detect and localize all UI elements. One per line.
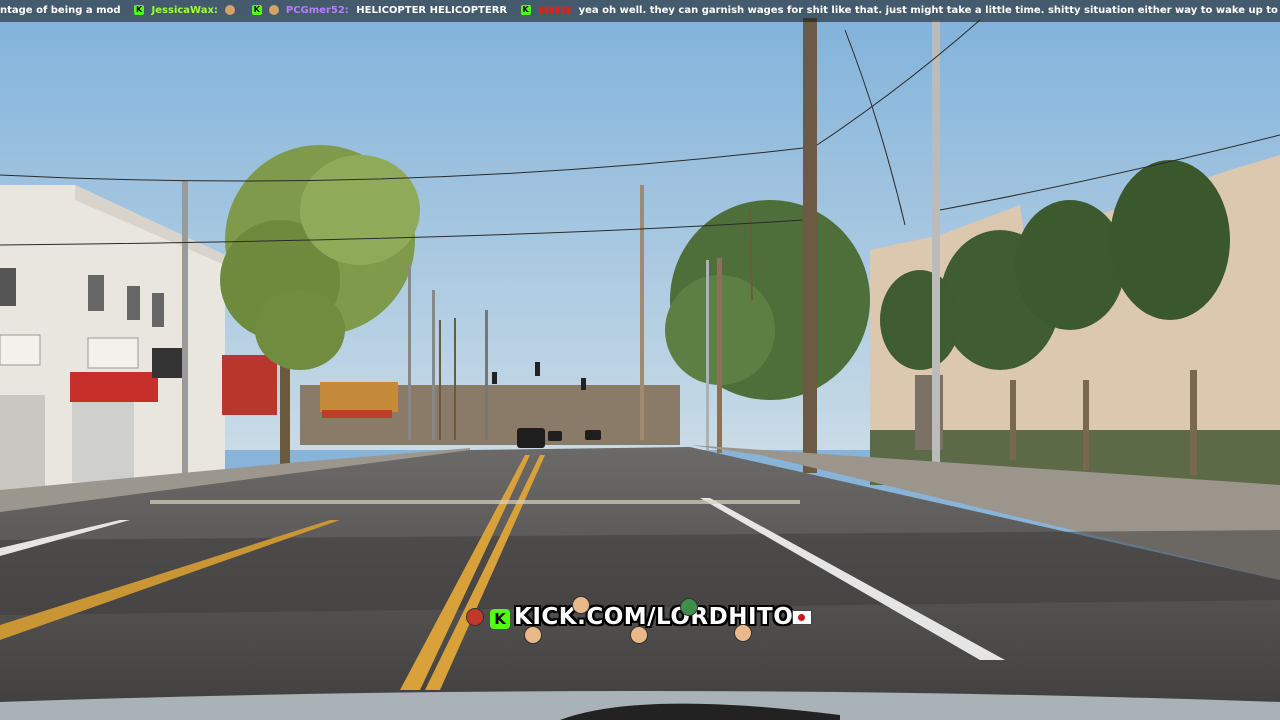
watermark-text: KICK.COM/LORDHITO [514,604,794,630]
chat-text: HELICOPTER HELICOPTERR [356,5,508,16]
emote-icon [269,5,280,15]
chat-text: ntage of being a mod [0,5,121,16]
kick-badge-icon: K [134,5,145,15]
chat-message: K PCGmer52: HELICOPTER HELICOPTERR [251,0,508,22]
kick-logo-icon: K [490,609,510,629]
chat-username: ▮▮▮▮▮▮ [538,5,572,16]
chat-message: ntage of being a mod [0,0,121,22]
avatar-icon [524,626,542,644]
avatar-icon [630,626,648,644]
chat-username: JessicaWax: [151,5,218,16]
avatar-icon [734,624,752,642]
chat-message: K ▮▮▮▮▮▮ yea oh well. they can garnish w… [520,0,1280,22]
chat-ticker: ntage of being a mod K JessicaWax: K PCG… [0,0,1280,22]
chat-username: PCGmer52: [285,5,349,16]
japan-flag-icon [792,610,812,625]
stream-watermark: K KICK.COM/LORDHITO [462,596,822,644]
avatar-icon [466,608,484,626]
chat-text: yea oh well. they can garnish wages for … [578,5,1280,16]
chat-message: K JessicaWax: [134,0,238,22]
avatar-icon [572,596,590,614]
avatar-icon [680,598,698,616]
kick-badge-icon: K [251,5,262,15]
kick-badge-icon: K [520,5,531,15]
emote-icon [225,5,236,15]
